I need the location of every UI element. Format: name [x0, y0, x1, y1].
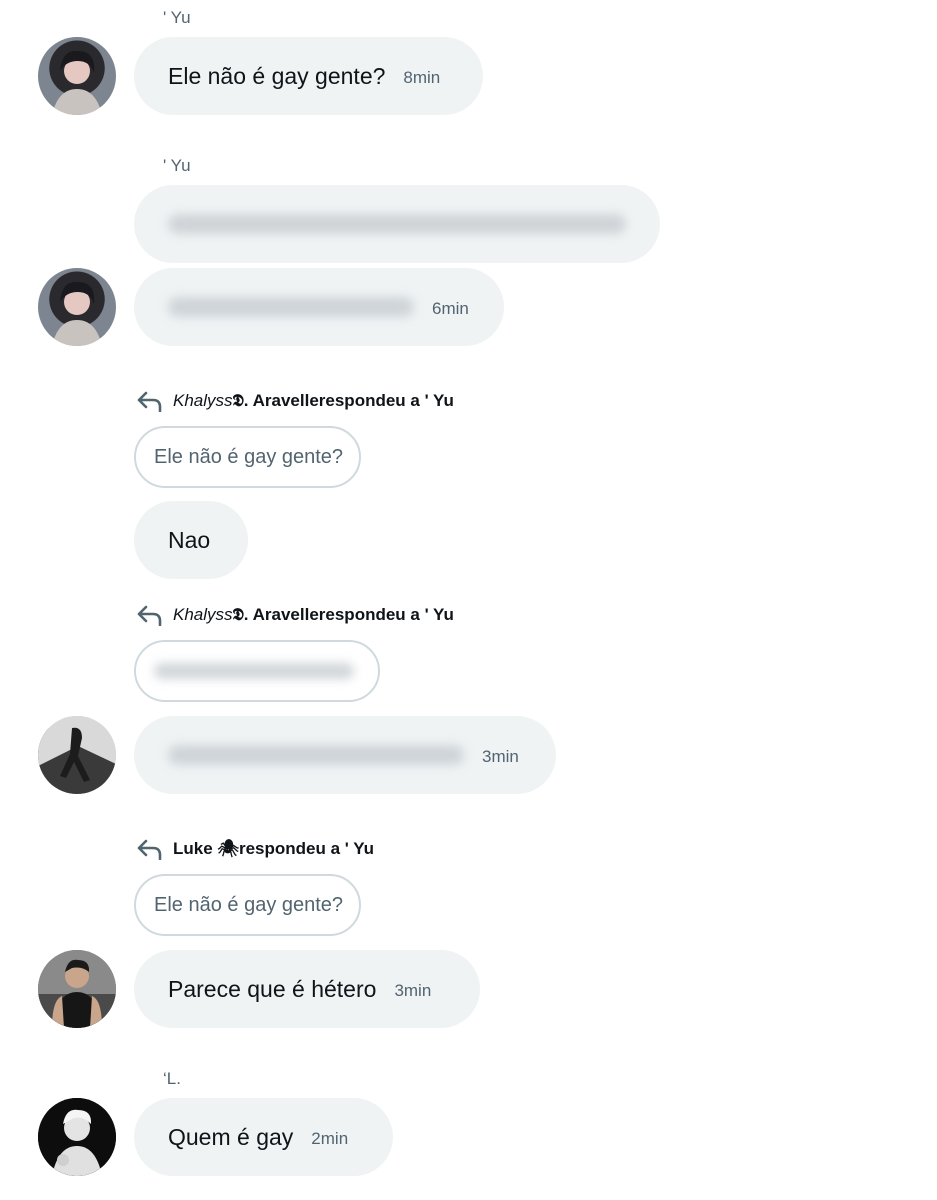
reply-label: respondeu a ' Yu — [238, 839, 375, 858]
quoted-message-blurred[interactable] — [134, 640, 380, 702]
avatar[interactable] — [38, 1098, 116, 1176]
message-bubble-blurred[interactable]: 6min — [134, 268, 504, 346]
reply-label: respondeu a ' Yu — [318, 391, 454, 410]
avatar[interactable] — [38, 950, 116, 1028]
quoted-text: Ele não é gay gente? — [154, 893, 344, 916]
reply-arrow-icon — [137, 605, 162, 626]
quoted-text: Ele não é gay gente? — [154, 445, 344, 468]
message-time: 2min — [311, 1129, 349, 1148]
message-bubble[interactable]: Parece que é hétero 3min — [134, 950, 480, 1028]
message-text: Ele não é gay gente? — [168, 62, 386, 89]
message-text: Quem é gay — [168, 1123, 294, 1150]
message-time: 3min — [394, 981, 432, 1000]
avatar[interactable] — [38, 268, 116, 346]
reply-arrow-icon — [137, 839, 162, 860]
message-bubble[interactable]: Nao — [134, 501, 248, 579]
message-text: Nao — [168, 526, 211, 553]
reply-username: Luke 🕷 — [173, 839, 239, 858]
message-time: 8min — [403, 68, 441, 87]
message-bubble-blurred[interactable]: 3min — [134, 716, 556, 794]
message-text: Parece que é hétero — [168, 975, 377, 1002]
blurred-text — [168, 745, 464, 765]
reply-arrow-icon — [137, 391, 162, 412]
reply-header: Khalyss 𝕯. Aravelle respondeu a ' Yu — [136, 390, 454, 412]
reply-label: respondeu a ' Yu — [318, 605, 454, 624]
message-bubble-blurred[interactable] — [134, 185, 660, 263]
reply-header: Luke 🕷 respondeu a ' Yu — [136, 838, 374, 860]
reply-username: Khalyss — [173, 391, 233, 410]
message-time: 3min — [482, 747, 519, 766]
avatar[interactable] — [38, 37, 116, 115]
message-time: 6min — [432, 299, 469, 318]
sender-name: ‘L. — [163, 1069, 181, 1088]
message-bubble[interactable]: Quem é gay 2min — [134, 1098, 393, 1176]
blurred-text — [154, 663, 354, 679]
blurred-text — [168, 214, 626, 234]
reply-username-rest: 𝕯. Aravelle — [232, 391, 319, 410]
sender-name: ' Yu — [163, 8, 191, 27]
sender-name: ' Yu — [163, 156, 191, 175]
quoted-message[interactable]: Ele não é gay gente? — [134, 426, 361, 488]
blurred-text — [168, 297, 414, 317]
message-bubble[interactable]: Ele não é gay gente? 8min — [134, 37, 483, 115]
reply-header: Khalyss 𝕯. Aravelle respondeu a ' Yu — [136, 604, 454, 626]
quoted-message[interactable]: Ele não é gay gente? — [134, 874, 361, 936]
reply-username: Khalyss — [173, 605, 233, 624]
reply-username-rest: 𝕯. Aravelle — [232, 605, 319, 624]
avatar[interactable] — [38, 716, 116, 794]
